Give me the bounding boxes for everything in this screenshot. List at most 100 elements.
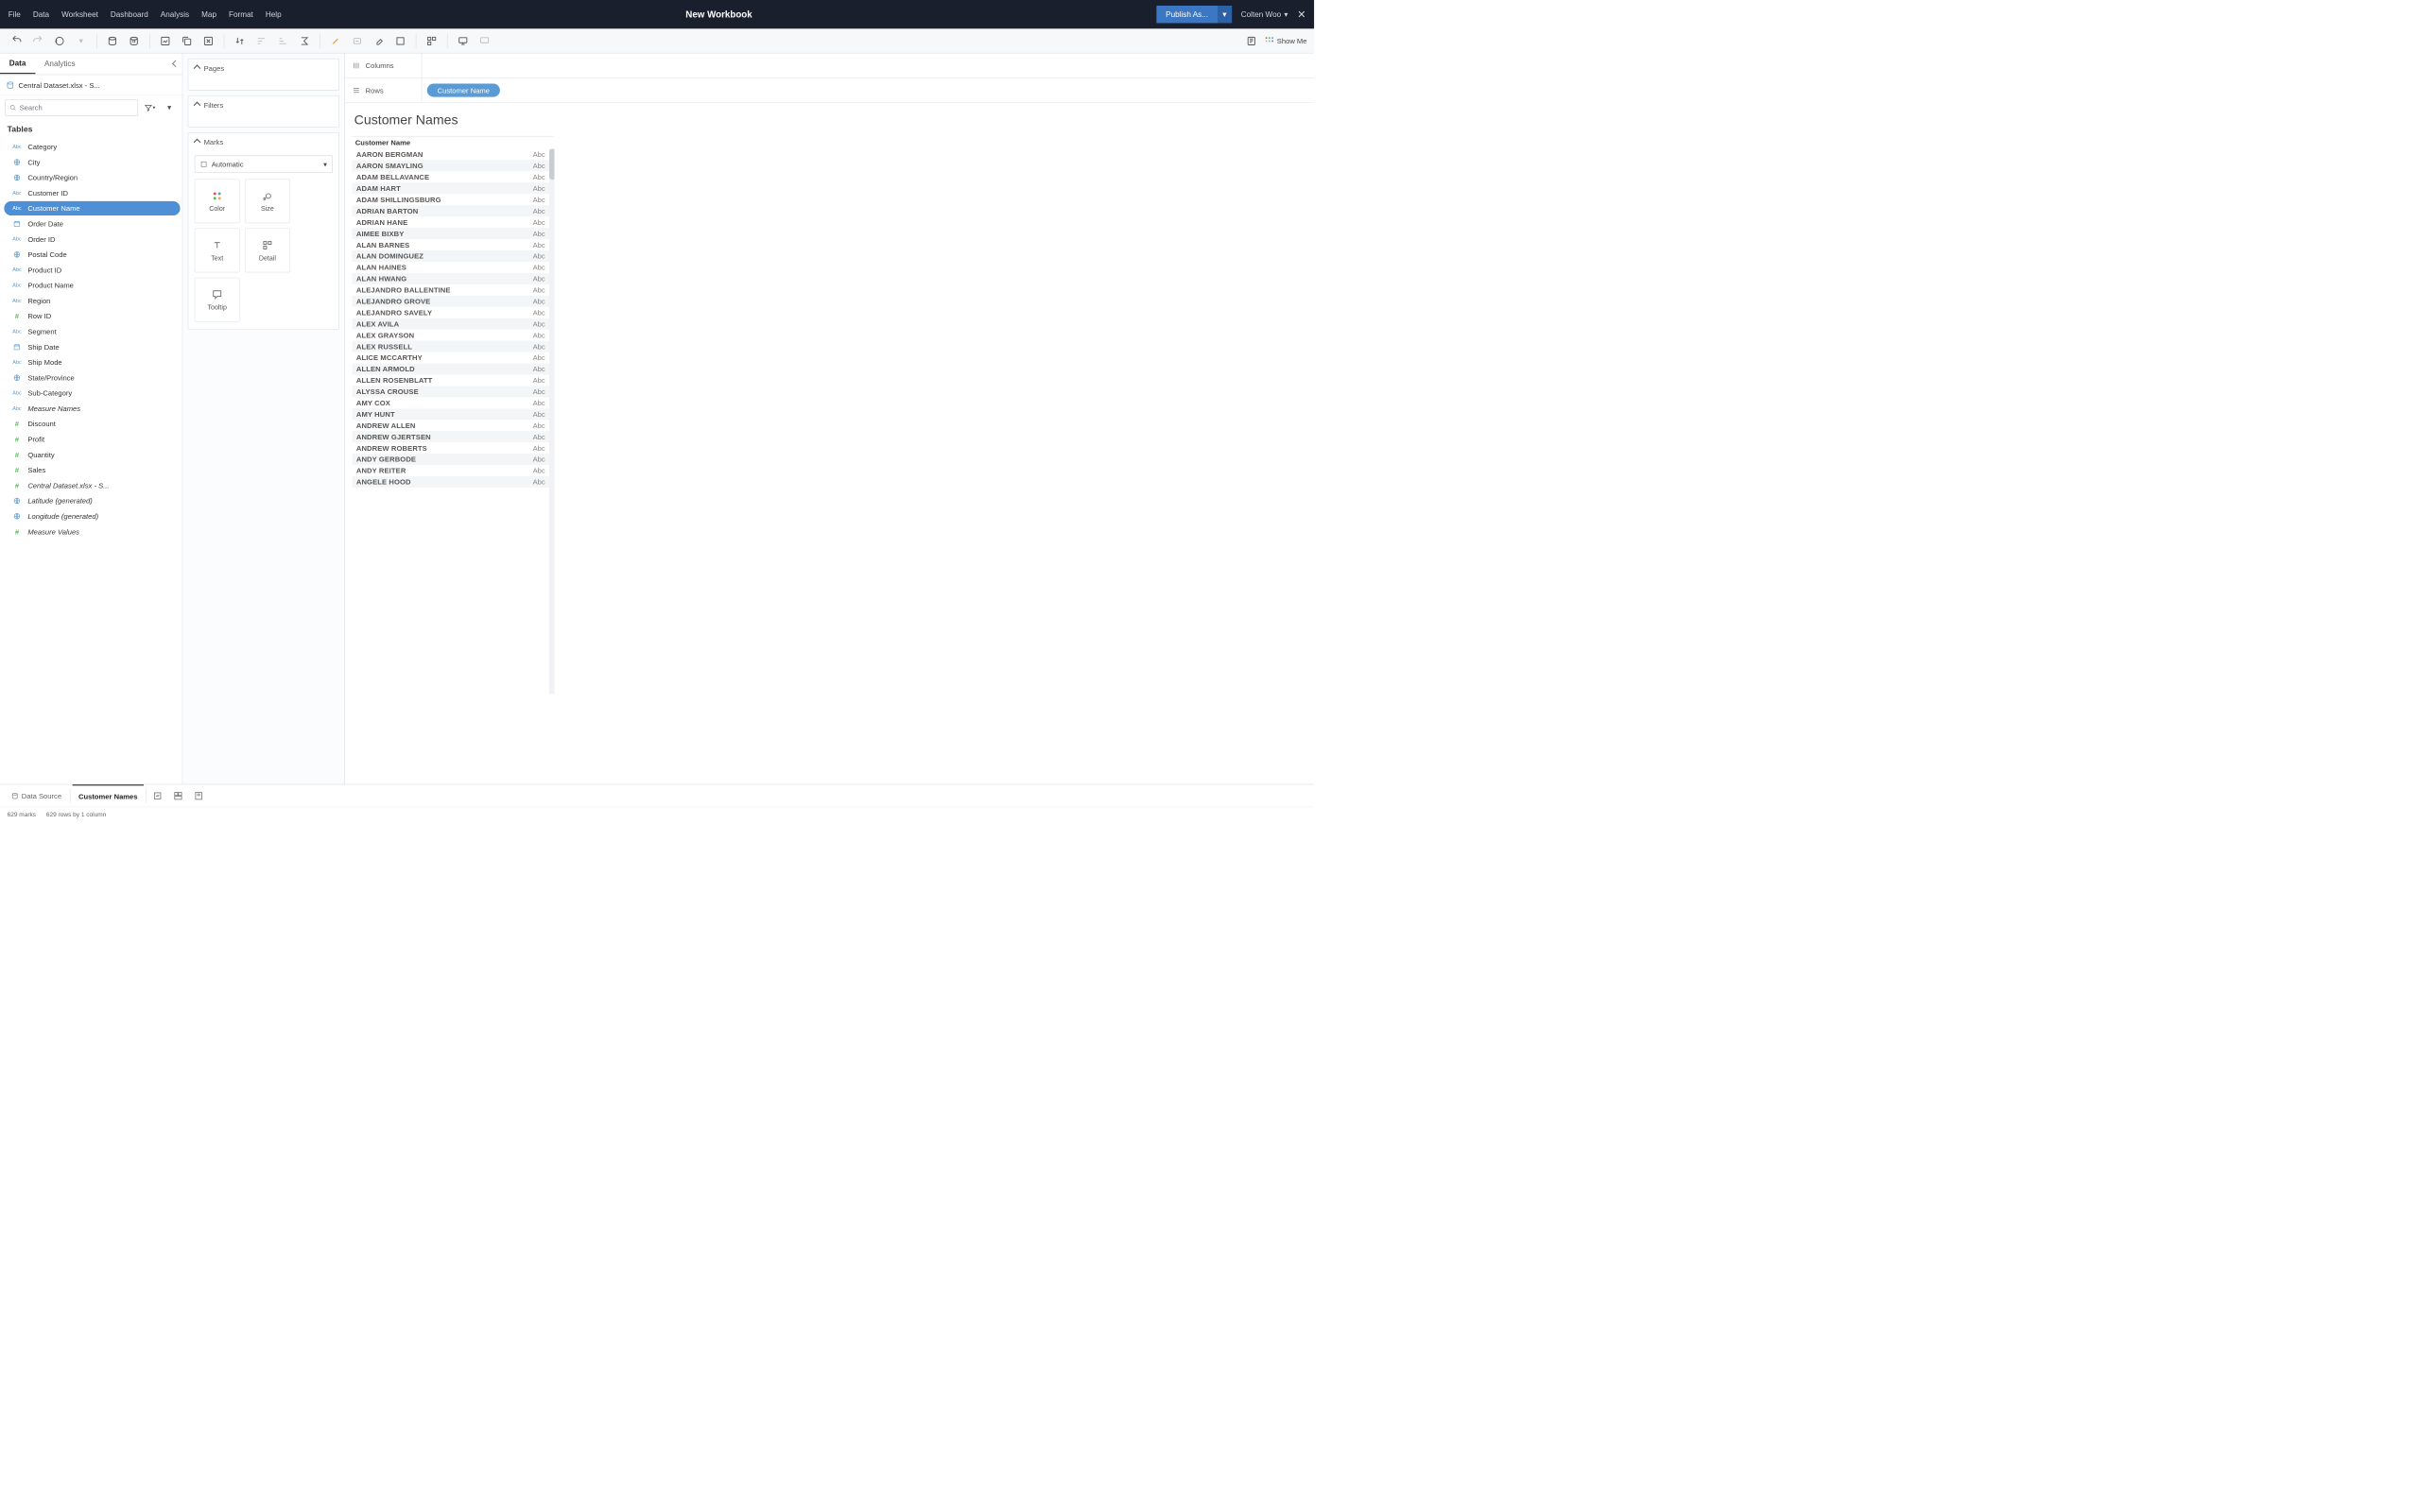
table-row[interactable]: ADAM SHILLINGSBURGAbc (352, 194, 554, 205)
field-product-id[interactable]: Product ID (4, 263, 180, 277)
table-row[interactable]: ANDY REITERAbc (352, 465, 554, 476)
menu-data[interactable]: Data (33, 10, 49, 19)
field-country-region[interactable]: Country/Region (4, 170, 180, 184)
field-category[interactable]: Category (4, 140, 180, 154)
table-row[interactable]: ANDREW GJERTSENAbc (352, 431, 554, 442)
field-measure-values[interactable]: Measure Values (4, 524, 180, 539)
fit-button[interactable] (391, 31, 410, 50)
show-me-button[interactable]: Show Me (1265, 36, 1307, 45)
fields-menu-button[interactable]: ▾ (162, 100, 177, 115)
table-row[interactable]: ALEX AVILAAbc (352, 318, 554, 330)
user-menu[interactable]: Colten Woo ▾ (1241, 9, 1288, 19)
marks-color-button[interactable]: Color (195, 180, 240, 224)
table-row[interactable]: ADRIAN HANEAbc (352, 216, 554, 228)
table-row[interactable]: ALEJANDRO BALLENTINEAbc (352, 284, 554, 296)
undo-button[interactable] (8, 31, 26, 50)
marks-size-button[interactable]: Size (245, 180, 290, 224)
table-row[interactable]: ALEJANDRO SAVELYAbc (352, 307, 554, 318)
menu-dashboard[interactable]: Dashboard (111, 10, 148, 19)
table-row[interactable]: AMY HUNTAbc (352, 408, 554, 420)
table-row[interactable]: ALEJANDRO GROVEAbc (352, 296, 554, 307)
datasource-tab[interactable]: Data Source (5, 784, 67, 806)
field-ship-date[interactable]: Ship Date (4, 339, 180, 353)
marks-detail-button[interactable]: Detail (245, 229, 290, 273)
table-row[interactable]: ANDREW ROBERTSAbc (352, 442, 554, 454)
publish-button[interactable]: Publish As... (1156, 6, 1217, 23)
table-row[interactable]: ALLEN ARMOLDAbc (352, 363, 554, 374)
viz-body[interactable]: AARON BERGMANAbcAARON SMAYLINGAbcADAM BE… (352, 148, 554, 694)
marks-type-dropdown[interactable]: Automatic ▾ (195, 156, 333, 173)
menu-analysis[interactable]: Analysis (161, 10, 189, 19)
table-row[interactable]: AIMEE BIXBYAbc (352, 228, 554, 239)
highlight-button[interactable] (326, 31, 345, 50)
viz-title[interactable]: Customer Names (354, 112, 1307, 128)
rows-pill-customer-name[interactable]: Customer Name (427, 83, 500, 96)
table-row[interactable]: ADAM HARTAbc (352, 182, 554, 194)
clear-button[interactable] (199, 31, 218, 50)
field-sales[interactable]: Sales (4, 463, 180, 477)
presentation-button[interactable] (454, 31, 473, 50)
tab-analytics[interactable]: Analytics (35, 55, 84, 74)
datasource-item[interactable]: Central Dataset.xlsx - S... (0, 75, 182, 95)
field-customer-id[interactable]: Customer ID (4, 186, 180, 200)
filter-fields-button[interactable]: ▾ (142, 100, 157, 115)
field-order-date[interactable]: Order Date (4, 216, 180, 231)
table-row[interactable]: ANGELE HOODAbc (352, 476, 554, 488)
field-product-name[interactable]: Product Name (4, 278, 180, 292)
menu-file[interactable]: File (9, 10, 21, 19)
table-row[interactable]: ADRIAN BARTONAbc (352, 205, 554, 216)
field-city[interactable]: City (4, 155, 180, 169)
field-latitude-generated-[interactable]: Latitude (generated) (4, 493, 180, 507)
data-guide-button[interactable] (1242, 31, 1261, 50)
pause-updates-button[interactable] (125, 31, 144, 50)
field-segment[interactable]: Segment (4, 324, 180, 338)
redo-button[interactable] (28, 31, 47, 50)
new-worksheet-button[interactable] (156, 31, 175, 50)
publish-dropdown[interactable]: ▾ (1218, 6, 1232, 23)
menu-format[interactable]: Format (229, 10, 253, 19)
device-preview-button[interactable] (475, 31, 494, 50)
table-row[interactable]: AARON BERGMANAbc (352, 148, 554, 160)
field-quantity[interactable]: Quantity (4, 447, 180, 461)
table-row[interactable]: ANDY GERBODEAbc (352, 454, 554, 465)
field-profit[interactable]: Profit (4, 432, 180, 446)
field-row-id[interactable]: Row ID (4, 309, 180, 323)
table-row[interactable]: ALLEN ROSENBLATTAbc (352, 374, 554, 386)
menu-help[interactable]: Help (266, 10, 282, 19)
pages-shelf[interactable]: Pages (188, 59, 339, 91)
table-row[interactable]: ANDREW ALLENAbc (352, 420, 554, 431)
field-central-dataset-xlsx-s-[interactable]: Central Dataset.xlsx - S... (4, 478, 180, 492)
sort-desc-button[interactable] (273, 31, 292, 50)
tab-data[interactable]: Data (0, 54, 35, 74)
new-worksheet-tab-button[interactable] (148, 791, 167, 800)
label-button[interactable] (348, 31, 367, 50)
table-row[interactable]: AARON SMAYLINGAbc (352, 160, 554, 171)
swap-button[interactable] (231, 31, 250, 50)
revert-dropdown[interactable]: ▾ (72, 31, 91, 50)
sheet-tab[interactable]: Customer Names (72, 784, 144, 806)
rows-shelf[interactable]: Customer Name (422, 83, 1314, 96)
field-order-id[interactable]: Order ID (4, 232, 180, 246)
marks-tooltip-button[interactable]: Tooltip (195, 278, 240, 322)
close-button[interactable]: ✕ (1297, 8, 1305, 21)
search-field[interactable] (20, 104, 134, 112)
field-customer-name[interactable]: Customer Name (4, 201, 180, 215)
table-row[interactable]: ALYSSA CROUSEAbc (352, 386, 554, 397)
duplicate-button[interactable] (178, 31, 197, 50)
new-story-tab-button[interactable] (189, 791, 208, 800)
table-row[interactable]: ADAM BELLAVANCEAbc (352, 171, 554, 182)
sort-asc-button[interactable] (252, 31, 271, 50)
field-measure-names[interactable]: Measure Names (4, 402, 180, 416)
field-state-province[interactable]: State/Province (4, 370, 180, 385)
viz-column-header[interactable]: Customer Name (352, 136, 554, 148)
menu-worksheet[interactable]: Worksheet (61, 10, 98, 19)
field-sub-category[interactable]: Sub-Category (4, 386, 180, 400)
revert-button[interactable] (50, 31, 69, 50)
table-row[interactable]: ALAN BARNESAbc (352, 239, 554, 250)
field-longitude-generated-[interactable]: Longitude (generated) (4, 509, 180, 524)
table-row[interactable]: ALAN HAINESAbc (352, 262, 554, 273)
totals-button[interactable] (295, 31, 314, 50)
search-input[interactable] (5, 99, 138, 115)
format-button[interactable] (370, 31, 389, 50)
table-row[interactable]: ALICE MCCARTHYAbc (352, 352, 554, 363)
